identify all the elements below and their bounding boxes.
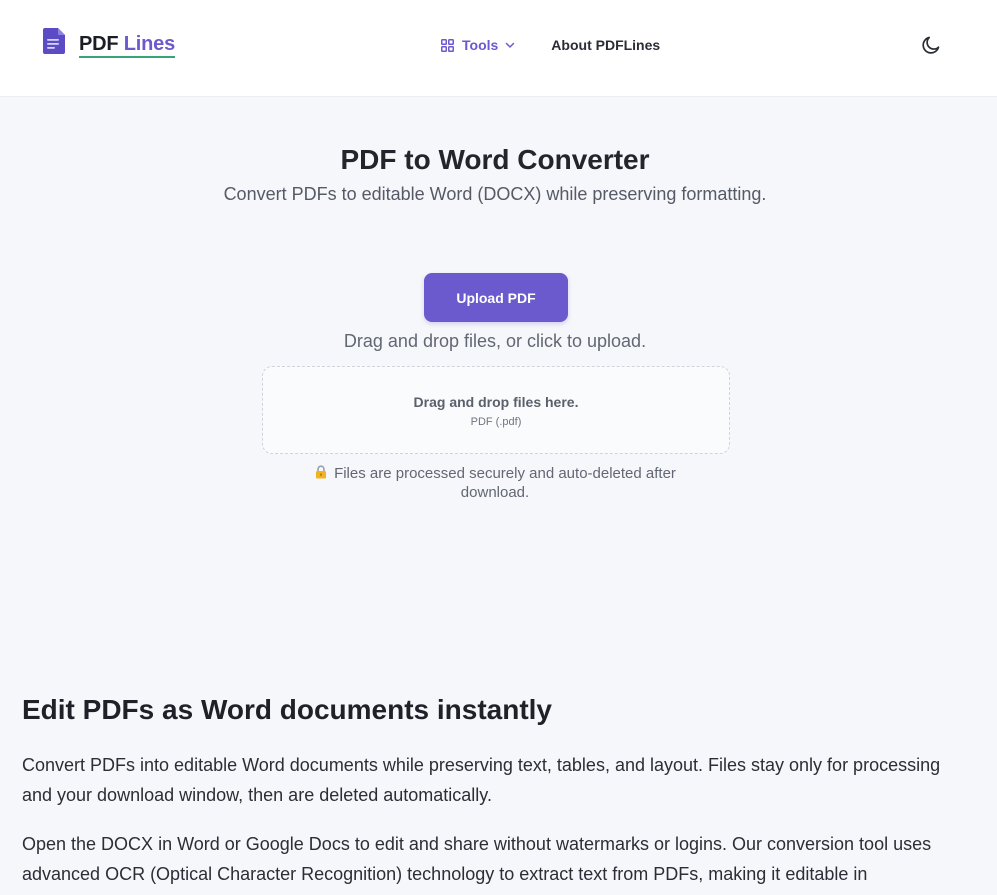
file-dropzone[interactable]: Drag and drop files here. PDF (.pdf): [262, 366, 730, 454]
lock-icon: [316, 465, 327, 479]
page-subtitle: Convert PDFs to editable Word (DOCX) whi…: [223, 184, 767, 204]
dropzone-formats: PDF (.pdf): [470, 416, 522, 428]
main-nav: Tools About PDFLines: [441, 35, 660, 55]
drag-hint: Drag and drop files, or click to upload.: [343, 331, 647, 351]
grid-icon: [441, 38, 454, 52]
logo-word-lines: Lines: [123, 33, 176, 55]
document-icon: [43, 28, 65, 54]
site-header: PDF Lines Tools About PDFLines: [0, 0, 997, 97]
security-note: Files are processed securely and auto-de…: [290, 464, 700, 502]
dropzone-title: Drag and drop files here.: [413, 394, 579, 410]
description-paragraph-2: Open the DOCX in Word or Google Docs to …: [22, 834, 932, 884]
security-note-text: Files are processed securely and auto-de…: [334, 465, 676, 501]
moon-icon[interactable]: [920, 34, 942, 56]
description-paragraph-1: Convert PDFs into editable Word document…: [22, 755, 941, 805]
tools-menu-button[interactable]: Tools: [441, 37, 515, 53]
tools-label: Tools: [462, 37, 499, 53]
upload-pdf-button[interactable]: Upload PDF: [424, 273, 568, 322]
section-heading: Edit PDFs as Word documents instantly: [22, 694, 553, 725]
about-link[interactable]: About PDFLines: [551, 37, 660, 53]
logo-word-pdf: PDF: [79, 33, 119, 55]
logo-text: PDF Lines: [79, 33, 175, 58]
chevron-down-icon: [506, 42, 515, 48]
page-title: PDF to Word Converter: [340, 144, 650, 175]
logo[interactable]: PDF Lines: [43, 28, 175, 58]
